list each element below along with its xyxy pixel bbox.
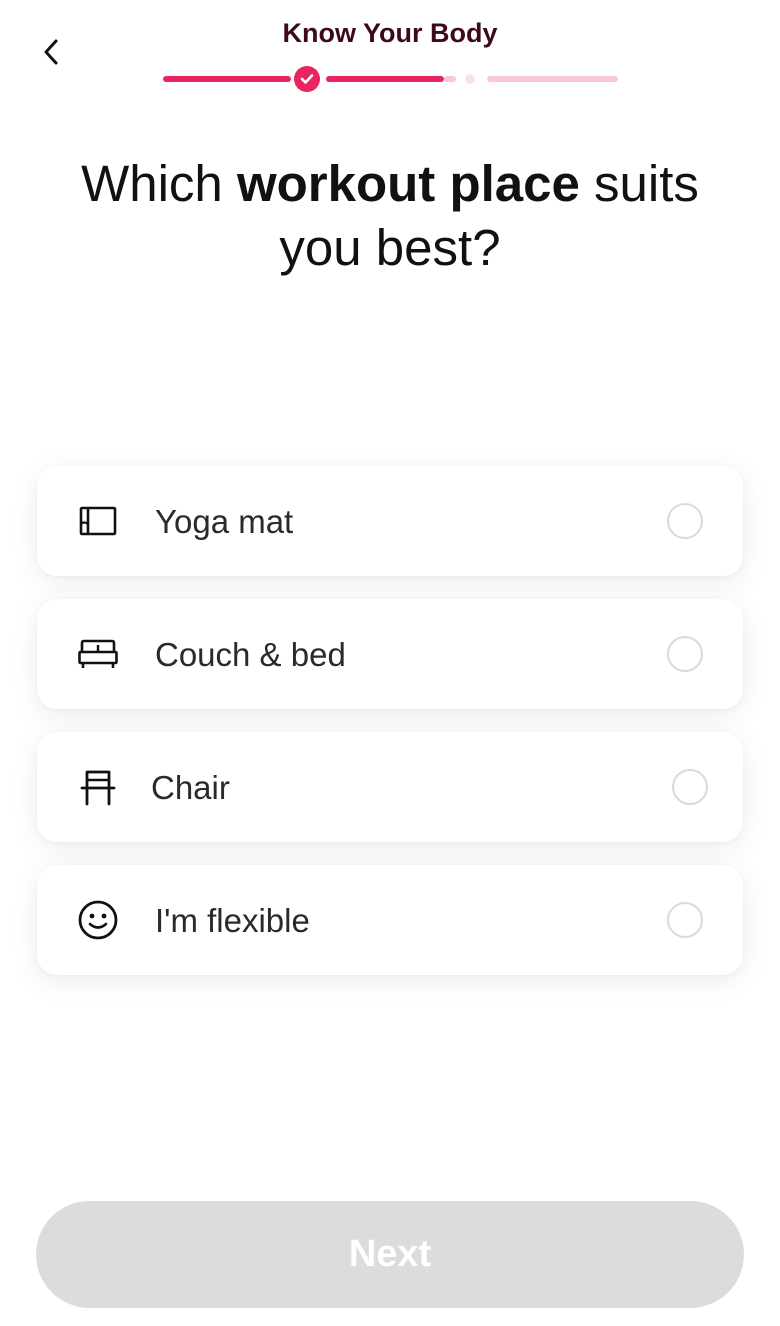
- bed-icon: [75, 634, 121, 674]
- option-radio[interactable]: [667, 503, 703, 539]
- option-chair[interactable]: Chair: [37, 732, 743, 842]
- option-radio[interactable]: [672, 769, 708, 805]
- progress-segment-current-remaining: [444, 76, 456, 82]
- options-list: Yoga mat Couch & bed Chair I'm flexible: [37, 466, 743, 998]
- progress-step-dot: [465, 74, 475, 84]
- yoga-mat-icon: [75, 501, 121, 541]
- progress-bar: [163, 66, 618, 92]
- smiley-icon: [75, 900, 121, 940]
- option-label: I'm flexible: [155, 902, 310, 939]
- question-heading: Which workout place suits you best?: [40, 152, 740, 280]
- option-flexible[interactable]: I'm flexible: [37, 865, 743, 975]
- question-emphasis: workout place: [236, 155, 580, 212]
- option-label: Yoga mat: [155, 503, 294, 540]
- progress-check-icon: [294, 66, 320, 92]
- option-label: Couch & bed: [155, 636, 346, 673]
- chair-icon: [75, 767, 121, 807]
- next-button[interactable]: Next: [36, 1201, 744, 1308]
- progress-segment-current: [326, 76, 444, 82]
- progress-segment-upcoming: [487, 76, 618, 82]
- option-yoga-mat[interactable]: Yoga mat: [37, 466, 743, 576]
- option-radio[interactable]: [667, 902, 703, 938]
- option-radio[interactable]: [667, 636, 703, 672]
- option-couch-bed[interactable]: Couch & bed: [37, 599, 743, 709]
- progress-segment-completed: [163, 76, 291, 82]
- question-prefix: Which: [81, 155, 223, 212]
- option-label: Chair: [151, 769, 230, 806]
- page-title: Know Your Body: [282, 18, 498, 48]
